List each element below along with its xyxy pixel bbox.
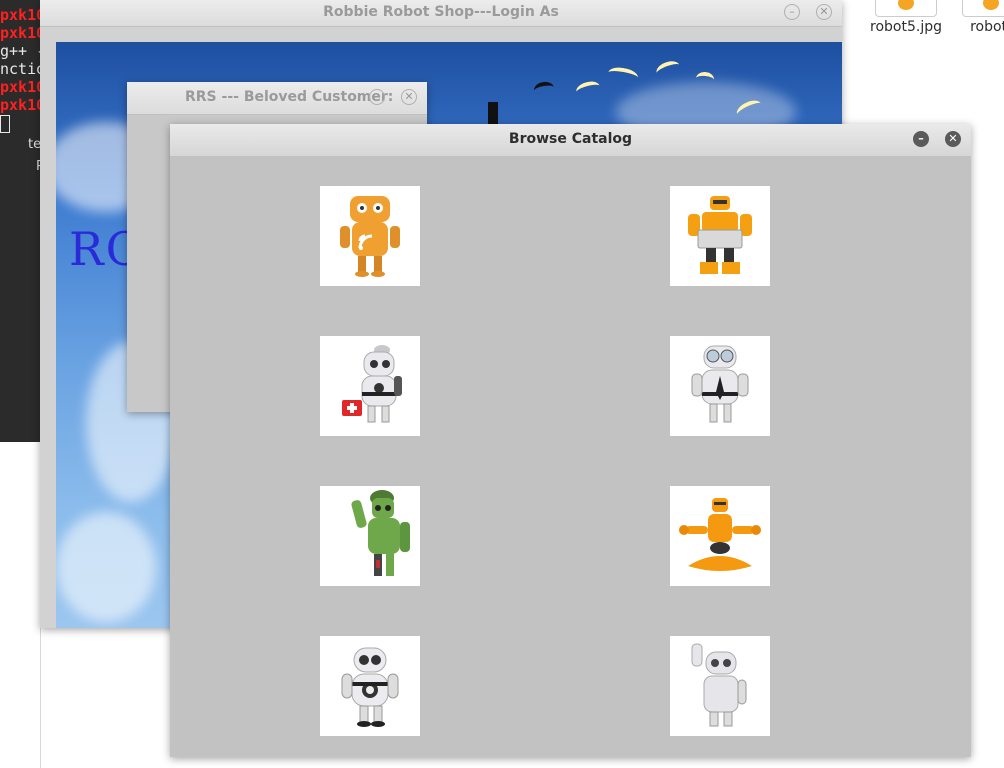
image-file-icon [874, 0, 937, 17]
white-waving-robot-icon [691, 643, 747, 727]
catalog-window-title: Browse Catalog [508, 131, 633, 147]
white-doctor-robot-icon [342, 345, 402, 423]
desktop-file-robot6[interactable]: robot6 [962, 0, 1004, 35]
login-window-title: Robbie Robot Shop---Login As [323, 4, 559, 20]
close-icon[interactable]: ✕ [816, 4, 832, 20]
terminal-cursor [0, 114, 10, 133]
terminal-window: pxk10 pxk10 g++ - nctio pxk10 pxk10 te P [0, 0, 42, 442]
catalog-item-6[interactable] [670, 486, 770, 586]
catalog-window-titlebar[interactable]: Browse Catalog – ✕ [170, 124, 971, 157]
close-icon[interactable]: ✕ [945, 131, 961, 147]
image-file-icon [962, 0, 1004, 17]
minimize-icon[interactable]: – [369, 89, 385, 105]
terminal-line: pxk10 [0, 96, 42, 114]
login-window-titlebar[interactable]: Robbie Robot Shop---Login As – ✕ [40, 0, 842, 27]
terminal-line: pxk10 [0, 78, 42, 96]
green-soldier-robot-icon [351, 490, 410, 576]
close-icon[interactable]: ✕ [401, 89, 417, 105]
desktop-file-label: robot6 [970, 19, 1004, 35]
customer-window-title: RRS --- Beloved Customer: [185, 89, 394, 105]
orange-laptop-robot-icon [688, 196, 752, 274]
catalog-item-7[interactable] [320, 636, 420, 736]
terminal-line: pxk10 [0, 6, 42, 24]
minimize-icon[interactable]: – [784, 4, 800, 20]
terminal-line: pxk10 [0, 24, 42, 42]
catalog-item-1[interactable] [320, 186, 420, 286]
desktop-background [0, 442, 41, 768]
terminal-line: nctio [0, 60, 42, 78]
white-round-robot-icon [341, 647, 399, 727]
orange-meditating-robot-icon [679, 498, 761, 571]
minimize-icon[interactable]: – [913, 131, 929, 147]
catalog-item-5[interactable] [320, 486, 420, 586]
white-goggles-robot-icon [691, 345, 749, 423]
catalog-item-2[interactable] [670, 186, 770, 286]
orange-rss-robot-icon [340, 196, 400, 277]
catalog-item-4[interactable] [670, 336, 770, 436]
customer-window-titlebar[interactable]: RRS --- Beloved Customer: – ✕ [127, 82, 427, 115]
browse-catalog-window: Browse Catalog – ✕ [170, 124, 971, 757]
terminal-line: g++ - [0, 42, 42, 60]
catalog-item-8[interactable] [670, 636, 770, 736]
desktop-file-robot5[interactable]: robot5.jpg [870, 0, 942, 35]
desktop-file-label: robot5.jpg [870, 19, 942, 35]
catalog-item-3[interactable] [320, 336, 420, 436]
